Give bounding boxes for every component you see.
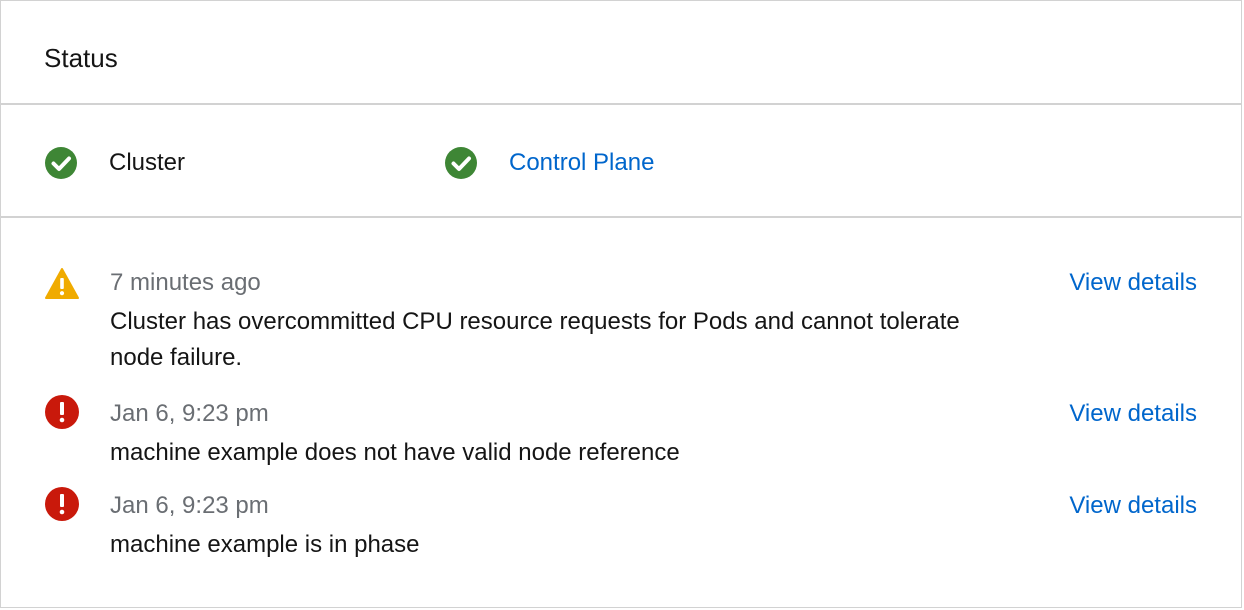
card-header: Status xyxy=(1,1,1241,105)
view-details-link[interactable]: View details xyxy=(1069,268,1197,298)
health-row: Cluster Control Plane xyxy=(1,105,1241,218)
card-title: Status xyxy=(44,43,118,73)
exclamation-circle-icon xyxy=(45,487,79,521)
status-card: Status Cluster Control Plane 7 minutes a… xyxy=(0,0,1242,608)
health-label-cluster: Cluster xyxy=(109,149,186,176)
view-details-link[interactable]: View details xyxy=(1069,399,1197,429)
view-details-link[interactable]: View details xyxy=(1069,491,1197,521)
alert-time: Jan 6, 9:23 pm xyxy=(110,400,269,427)
alert-message: Cluster has overcommitted CPU resource r… xyxy=(110,308,960,371)
alert-message: machine example does not have valid node… xyxy=(110,439,680,466)
exclamation-circle-icon xyxy=(45,395,79,429)
health-item-control-plane[interactable]: Control Plane xyxy=(444,145,654,181)
health-item-cluster: Cluster xyxy=(44,145,185,181)
warning-triangle-icon xyxy=(45,268,79,299)
alert-message: machine example is in phase xyxy=(110,531,420,558)
alert-time: 7 minutes ago xyxy=(110,269,261,296)
check-circle-icon xyxy=(45,147,77,179)
check-circle-icon xyxy=(445,147,477,179)
alert-time: Jan 6, 9:23 pm xyxy=(110,492,269,519)
control-plane-link[interactable]: Control Plane xyxy=(509,148,654,178)
